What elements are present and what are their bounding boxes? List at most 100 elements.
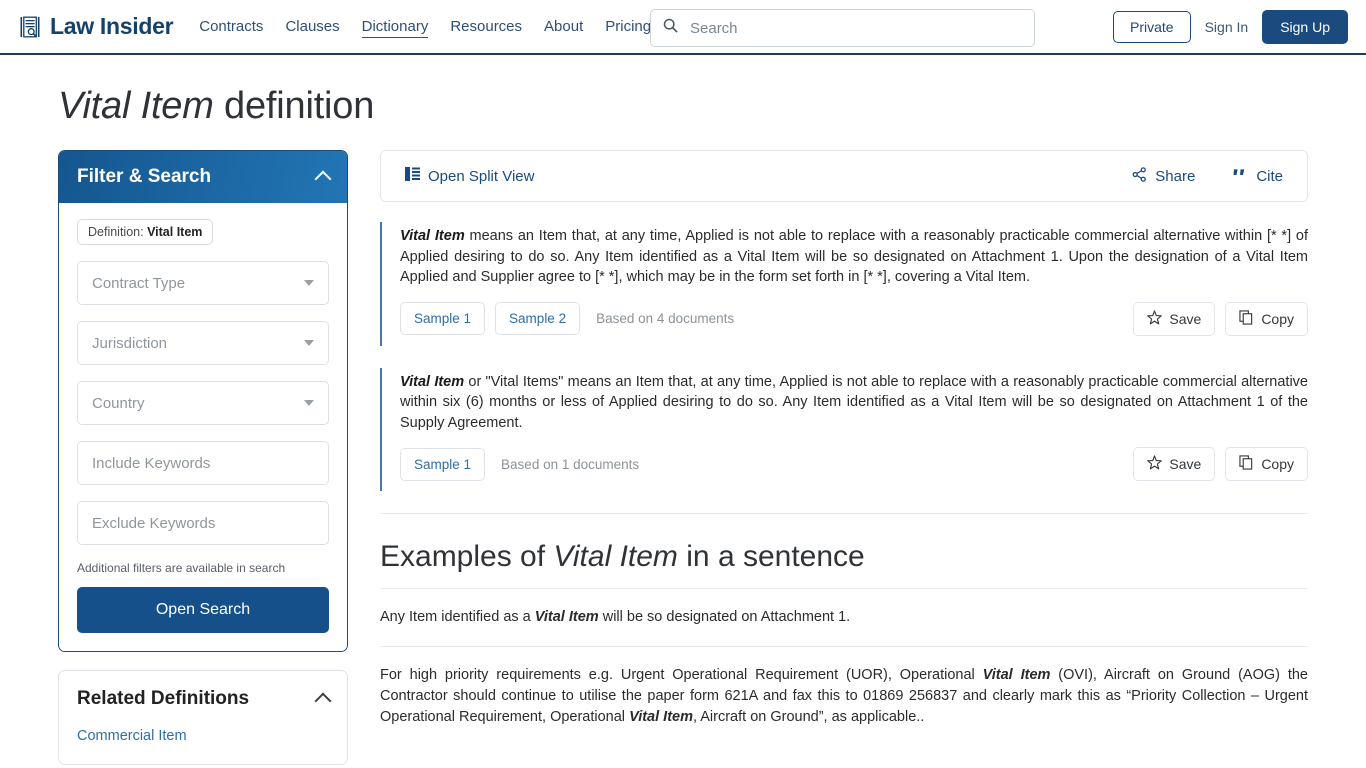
definition-text: Vital Item means an Item that, at any ti…: [400, 226, 1308, 288]
sample-button[interactable]: Sample 1: [400, 302, 486, 335]
share-icon: [1132, 166, 1147, 186]
chevron-down-icon: [304, 400, 314, 406]
example-term: Vital Item: [629, 709, 693, 725]
copy-button[interactable]: Copy: [1225, 301, 1308, 336]
nav-item-contracts[interactable]: Contracts: [199, 16, 263, 37]
definition-samples: Sample 1 Based on 1 documents: [400, 447, 640, 481]
sign-up-button[interactable]: Sign Up: [1262, 9, 1348, 44]
definition-actions-row: Sample 1 Based on 1 documents Save Copy: [400, 447, 1308, 481]
examples-title-term: Vital Item: [553, 540, 678, 573]
definition-chip: Definition: Vital Item: [77, 219, 214, 245]
country-placeholder: Country: [92, 394, 145, 412]
definition-chip-value: Vital Item: [147, 225, 203, 239]
filter-search-body: Definition: Vital Item Contract Type Jur…: [59, 203, 347, 651]
section-divider: [380, 513, 1308, 514]
country-select[interactable]: Country: [77, 381, 329, 425]
exclude-keywords-placeholder: Exclude Keywords: [92, 514, 216, 532]
example-term: Vital Item: [982, 667, 1051, 683]
based-on-label: Based on 1 documents: [501, 456, 640, 472]
open-search-button[interactable]: Open Search: [77, 587, 329, 633]
filter-hint: Additional filters are available in sear…: [77, 561, 286, 575]
private-button[interactable]: Private: [1113, 10, 1191, 43]
cite-label: Cite: [1256, 167, 1283, 185]
search-box[interactable]: [650, 9, 1035, 47]
example-post: , Aircraft on Ground”, as applicable..: [693, 709, 925, 725]
definition-tools: Save Copy: [1133, 301, 1308, 336]
example-sentence: For high priority requirements e.g. Urge…: [380, 665, 1308, 728]
nav-item-pricing[interactable]: Pricing: [605, 16, 651, 37]
definition-term: Vital Item: [400, 228, 465, 244]
related-definition-item[interactable]: Commercial Item: [77, 724, 329, 748]
page-title: Vital Item definition: [58, 85, 1366, 128]
save-label: Save: [1169, 310, 1202, 327]
based-on-label: Based on 4 documents: [596, 311, 735, 326]
related-definitions-title: Related Definitions: [77, 688, 250, 709]
open-split-view-button[interactable]: Open Split View: [399, 166, 540, 186]
sample-button[interactable]: Sample 1: [400, 447, 486, 481]
cite-button[interactable]: Cite: [1227, 166, 1289, 186]
save-label: Save: [1169, 456, 1202, 472]
quote-icon: [1233, 167, 1248, 185]
include-keywords-placeholder: Include Keywords: [92, 454, 211, 472]
example-sentence: Any Item identified as a Vital Item will…: [380, 607, 1308, 628]
contract-type-select[interactable]: Contract Type: [77, 261, 329, 305]
jurisdiction-placeholder: Jurisdiction: [92, 334, 168, 352]
definition-samples: Sample 1 Sample 2 Based on 4 documents: [400, 302, 734, 335]
nav-item-resources[interactable]: Resources: [450, 16, 522, 37]
nav-item-clauses[interactable]: Clauses: [285, 16, 339, 37]
examples-title-suffix: in a sentence: [677, 540, 865, 573]
copy-button[interactable]: Copy: [1225, 447, 1308, 481]
sample-button[interactable]: Sample 2: [495, 302, 581, 335]
page-title-suffix: definition: [213, 85, 375, 127]
document-search-icon: [18, 15, 42, 39]
header-actions: Private Sign In Sign Up: [1113, 0, 1348, 53]
include-keywords-input[interactable]: Include Keywords: [77, 441, 329, 485]
star-icon: [1147, 455, 1163, 473]
split-view-icon: [405, 167, 420, 185]
related-definitions-header[interactable]: Related Definitions: [59, 671, 347, 720]
content-toolbar: Open Split View Share Cite: [380, 150, 1308, 202]
page-layout: Filter & Search Definition: Vital Item C…: [0, 150, 1366, 765]
sidebar: Filter & Search Definition: Vital Item C…: [58, 150, 348, 765]
toolbar-left: Open Split View: [399, 166, 540, 186]
filter-search-title: Filter & Search: [77, 166, 212, 187]
definition-text: Vital Item or "Vital Items" means an Ite…: [400, 372, 1308, 434]
save-button[interactable]: Save: [1133, 301, 1216, 336]
nav-item-dictionary[interactable]: Dictionary: [361, 16, 429, 38]
main-content: Open Split View Share Cite Vital Item me…: [380, 150, 1308, 765]
related-definitions-card: Related Definitions Commercial Item: [58, 670, 348, 765]
search-icon: [663, 18, 678, 38]
copy-label: Copy: [1261, 310, 1294, 327]
open-split-view-label: Open Split View: [428, 167, 535, 185]
definition-block: Vital Item or "Vital Items" means an Ite…: [380, 367, 1308, 491]
contract-type-placeholder: Contract Type: [92, 274, 186, 292]
logo[interactable]: Law Insider: [18, 13, 174, 40]
chevron-up-icon[interactable]: [314, 692, 332, 710]
example-pre: Any Item identified as a: [380, 609, 535, 625]
search-input[interactable]: [688, 18, 1022, 38]
definition-term: Vital Item: [400, 373, 465, 390]
filter-search-header[interactable]: Filter & Search: [59, 151, 347, 203]
share-button[interactable]: Share: [1126, 166, 1201, 187]
definition-chip-label: Definition:: [88, 225, 148, 239]
toolbar-right: Share Cite: [1126, 166, 1289, 187]
definition-block: Vital Item means an Item that, at any ti…: [380, 222, 1308, 346]
nav-item-about[interactable]: About: [544, 16, 583, 37]
exclude-keywords-input[interactable]: Exclude Keywords: [77, 501, 329, 545]
site-header: Law Insider Contracts Clauses Dictionary…: [0, 0, 1366, 55]
jurisdiction-select[interactable]: Jurisdiction: [77, 321, 329, 365]
chevron-up-icon[interactable]: [314, 170, 332, 188]
definition-body: means an Item that, at any time, Applied…: [400, 228, 1308, 285]
examples-rule: [380, 588, 1308, 589]
copy-icon: [1239, 309, 1254, 328]
save-button[interactable]: Save: [1133, 447, 1216, 481]
copy-label: Copy: [1261, 456, 1294, 472]
main-nav: Contracts Clauses Dictionary Resources A…: [199, 0, 651, 53]
star-icon: [1147, 309, 1163, 328]
example-pre: For high priority requirements e.g. Urge…: [380, 667, 983, 683]
page-title-term: Vital Item: [58, 85, 214, 127]
definition-body: or "Vital Items" means an Item that, at …: [400, 373, 1308, 431]
examples-title: Examples of Vital Item in a sentence: [380, 540, 1308, 574]
sign-in-link[interactable]: Sign In: [1205, 19, 1249, 35]
filter-search-card: Filter & Search Definition: Vital Item C…: [58, 150, 348, 652]
